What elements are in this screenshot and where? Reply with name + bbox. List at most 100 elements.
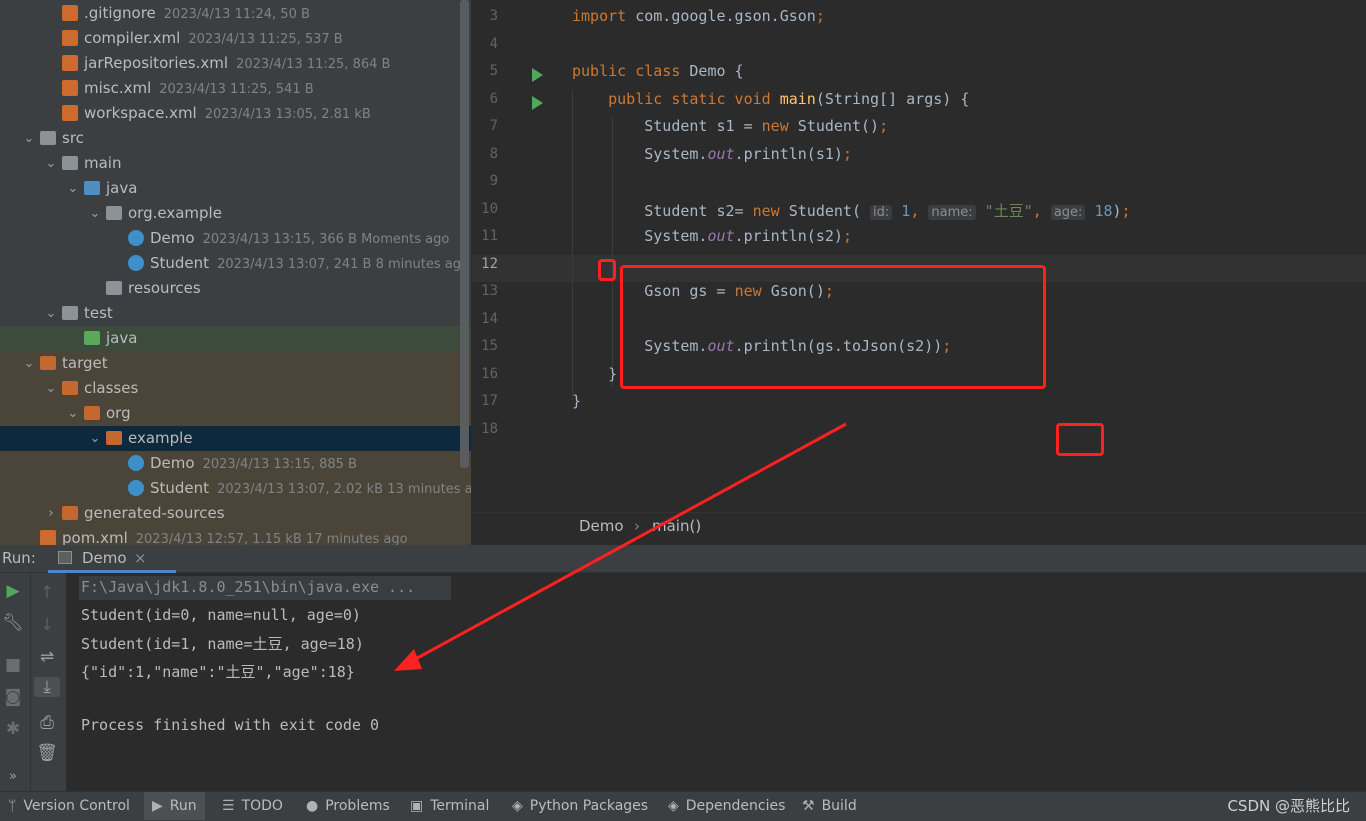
status-tab-version-control[interactable]: ᛘ Version Control bbox=[8, 798, 130, 814]
chevron-down-icon[interactable]: ⌄ bbox=[44, 151, 58, 176]
tree-item[interactable]: Student 2023/4/13 13:07, 241 B 8 minutes … bbox=[0, 251, 471, 276]
run-toolbar: ▶ 🔧︎ ■ ◙ ✱ » ↑ ↓ ⇌ ⤓ ⎙ 🗑︎ bbox=[0, 573, 66, 791]
line-number: 12 bbox=[481, 255, 498, 272]
tree-item-name: Demo bbox=[150, 229, 195, 247]
code-editor[interactable]: 3 import com.google.gson.Gson; 4 5 public cl… bbox=[472, 0, 1366, 512]
tree-item[interactable]: jarRepositories.xml 2023/4/13 11:25, 864 … bbox=[0, 51, 471, 76]
tree-item[interactable]: workspace.xml 2023/4/13 13:05, 2.81 kB bbox=[0, 101, 471, 126]
tree-item-meta: 2023/4/13 11:25, 864 B bbox=[236, 57, 391, 72]
trash-icon[interactable]: 🗑︎ bbox=[34, 743, 60, 763]
camera-icon[interactable]: ◙ bbox=[0, 687, 26, 707]
project-tree-scrollbar[interactable] bbox=[460, 0, 469, 468]
tree-item[interactable]: › generated-sources bbox=[0, 501, 471, 526]
print-icon[interactable]: ⎙ bbox=[34, 713, 60, 733]
file-icon bbox=[62, 55, 78, 71]
wrench-icon[interactable]: 🔧︎ bbox=[0, 613, 26, 633]
tree-item-label: classes bbox=[84, 376, 138, 401]
tree-item[interactable]: compiler.xml 2023/4/13 11:25, 537 B bbox=[0, 26, 471, 51]
code-token: Student() bbox=[797, 117, 880, 135]
chevron-down-icon[interactable]: ⌄ bbox=[66, 176, 80, 201]
status-tab-terminal[interactable]: ▣ Terminal bbox=[410, 798, 489, 814]
code-token: ) bbox=[1112, 201, 1122, 220]
tree-item-meta: 2023/4/13 13:05, 2.81 kB bbox=[204, 107, 371, 122]
tree-item[interactable]: resources bbox=[0, 276, 471, 301]
code-token: new bbox=[761, 117, 798, 135]
status-tab-icon: ᛘ bbox=[8, 798, 17, 814]
code-token: Student( bbox=[788, 201, 871, 220]
close-icon[interactable]: × bbox=[134, 549, 147, 567]
settings-icon[interactable]: ✱ bbox=[0, 719, 26, 739]
java-class-icon bbox=[128, 455, 144, 471]
tree-item[interactable]: ⌄ org.example bbox=[0, 201, 471, 226]
tree-item[interactable]: Demo 2023/4/13 13:15, 366 B Moments ago bbox=[0, 226, 471, 251]
tree-item-label: pom.xml 2023/4/13 12:57, 1.15 kB 17 minut… bbox=[62, 526, 408, 545]
tree-item[interactable]: .gitignore 2023/4/13 11:24, 50 B bbox=[0, 1, 471, 26]
status-tab-dependencies[interactable]: ◈ Dependencies bbox=[668, 798, 785, 814]
console-output[interactable]: F:\Java\jdk1.8.0_251\bin\java.exe ... Stu… bbox=[66, 573, 1366, 791]
tree-item-label: java bbox=[106, 326, 137, 351]
tree-item[interactable]: ⌄ target bbox=[0, 351, 471, 376]
tree-item[interactable]: Student 2023/4/13 13:07, 2.02 kB 13 minut… bbox=[0, 476, 471, 501]
run-class-icon[interactable] bbox=[532, 68, 543, 82]
tree-item[interactable]: java bbox=[0, 326, 471, 351]
file-icon bbox=[62, 30, 78, 46]
tree-item-name: jarRepositories.xml bbox=[84, 54, 229, 72]
code-token: com.google.gson.Gson bbox=[635, 7, 816, 25]
tree-item-name: src bbox=[62, 129, 84, 147]
status-tab-todo[interactable]: ☰ TODO bbox=[222, 798, 283, 814]
tree-item-label: src bbox=[62, 126, 84, 151]
status-tab-label: Version Control bbox=[23, 798, 130, 814]
tree-item[interactable]: ⌄ classes bbox=[0, 376, 471, 401]
chevron-down-icon[interactable]: ⌄ bbox=[22, 126, 36, 151]
code-token: 18 bbox=[1085, 201, 1113, 220]
annotation-box-code bbox=[620, 265, 1046, 389]
arrow-down-icon[interactable]: ↓ bbox=[34, 615, 60, 635]
more-icon[interactable]: » bbox=[0, 769, 26, 784]
tree-item[interactable]: ⌄ main bbox=[0, 151, 471, 176]
status-tab-problems[interactable]: ● Problems bbox=[306, 798, 390, 814]
status-tab-python-packages[interactable]: ◈ Python Packages bbox=[512, 798, 648, 814]
tree-item[interactable]: ⌄ org bbox=[0, 401, 471, 426]
status-tab-run[interactable]: ▶ Run bbox=[144, 792, 205, 820]
chevron-down-icon[interactable]: ⌄ bbox=[22, 351, 36, 376]
chevron-down-icon[interactable]: ⌄ bbox=[88, 201, 102, 226]
stop-icon[interactable]: ■ bbox=[0, 655, 26, 675]
tree-item[interactable]: ⌄ java bbox=[0, 176, 471, 201]
tab-demo-label: Demo bbox=[82, 549, 127, 567]
tree-item-label: compiler.xml 2023/4/13 11:25, 537 B bbox=[84, 26, 343, 52]
tree-item-name: Student bbox=[150, 479, 210, 497]
soft-wrap-icon[interactable]: ⇌ bbox=[34, 647, 60, 667]
tree-item[interactable]: ⌄ test bbox=[0, 301, 471, 326]
breadcrumb-separator: › bbox=[634, 517, 640, 535]
chevron-down-icon[interactable]: ⌄ bbox=[44, 301, 58, 326]
scroll-to-end-icon[interactable]: ⤓ bbox=[34, 677, 60, 697]
tree-item[interactable]: ⌄ src bbox=[0, 126, 471, 151]
tree-item[interactable]: misc.xml 2023/4/13 11:25, 541 B bbox=[0, 76, 471, 101]
rerun-icon[interactable]: ▶ bbox=[0, 581, 26, 601]
chevron-right-icon[interactable]: › bbox=[44, 501, 58, 526]
tree-item-name: test bbox=[84, 304, 113, 322]
console-line: F:\Java\jdk1.8.0_251\bin\java.exe ... bbox=[81, 578, 416, 596]
annotation-box-caret bbox=[598, 259, 616, 281]
tab-demo[interactable]: Demo × bbox=[48, 545, 176, 573]
line-number: 4 bbox=[489, 35, 498, 52]
arrow-up-icon[interactable]: ↑ bbox=[34, 583, 60, 603]
code-token: System. bbox=[572, 227, 708, 245]
breadcrumb-class[interactable]: Demo bbox=[579, 517, 624, 535]
chevron-down-icon[interactable]: ⌄ bbox=[88, 426, 102, 451]
tree-item-label: Demo 2023/4/13 13:15, 885 B bbox=[150, 451, 357, 477]
status-tab-icon: ▶ bbox=[152, 798, 163, 814]
breadcrumb-method[interactable]: main() bbox=[652, 517, 701, 535]
tree-item-label: org bbox=[106, 401, 131, 426]
tree-item[interactable]: Demo 2023/4/13 13:15, 885 B bbox=[0, 451, 471, 476]
status-tab-build[interactable]: ⚒ Build bbox=[802, 798, 857, 814]
parameter-hint: id: bbox=[870, 204, 893, 220]
chevron-down-icon[interactable]: ⌄ bbox=[44, 376, 58, 401]
code-line: public static void main(String[] args) { bbox=[572, 90, 969, 108]
run-main-icon[interactable] bbox=[532, 96, 543, 110]
tree-item[interactable]: pom.xml 2023/4/13 12:57, 1.15 kB 17 minut… bbox=[0, 526, 471, 545]
line-number: 18 bbox=[481, 420, 498, 437]
chevron-down-icon[interactable]: ⌄ bbox=[66, 401, 80, 426]
tree-item-name: resources bbox=[128, 279, 201, 297]
tree-item[interactable]: ⌄ example bbox=[0, 426, 471, 451]
